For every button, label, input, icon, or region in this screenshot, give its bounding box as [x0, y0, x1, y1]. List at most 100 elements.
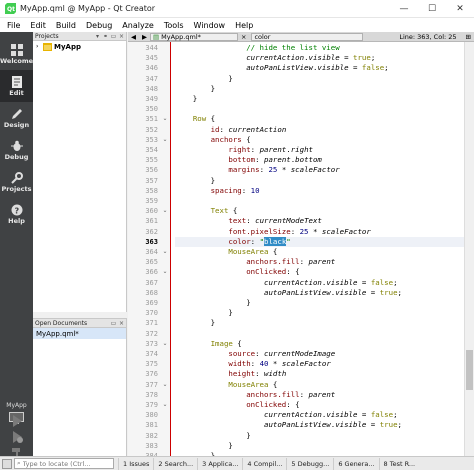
menu-analyze[interactable]: Analyze: [117, 21, 159, 30]
debug-run-icon[interactable]: [10, 430, 24, 444]
code-line[interactable]: width: 40 * scaleFactor: [175, 359, 464, 369]
code-line[interactable]: }: [175, 94, 464, 104]
code-line[interactable]: id: currentAction: [175, 125, 464, 135]
mode-edit[interactable]: Edit: [0, 70, 33, 102]
output-pane-debugger[interactable]: 5 Debugg...: [286, 457, 333, 470]
line-number: 375: [145, 360, 158, 369]
code-line[interactable]: Text {: [175, 206, 464, 216]
filter-icon[interactable]: ▾: [94, 33, 101, 40]
code-line[interactable]: autoPanListView.visible = true;: [175, 288, 464, 298]
mode-welcome[interactable]: Welcome: [0, 38, 33, 70]
close-document-icon[interactable]: ×: [238, 32, 249, 42]
code-line[interactable]: onClicked: {: [175, 267, 464, 277]
mode-projects[interactable]: Projects: [0, 166, 33, 198]
code-line[interactable]: [175, 196, 464, 206]
fold-chevron-icon[interactable]: ⌄: [161, 206, 169, 216]
code-line[interactable]: bottom: parent.bottom: [175, 155, 464, 165]
line-number: 359: [145, 197, 158, 205]
menu-build[interactable]: Build: [51, 21, 81, 30]
line-number: 347: [145, 74, 158, 83]
menu-debug[interactable]: Debug: [81, 21, 117, 30]
mode-help[interactable]: ? Help: [0, 198, 33, 230]
code-line[interactable]: }: [175, 84, 464, 94]
menu-window[interactable]: Window: [189, 21, 231, 30]
line-number: 380: [145, 411, 158, 420]
code-line[interactable]: color: "black": [175, 236, 464, 247]
open-document-item[interactable]: MyApp.qml*: [33, 328, 126, 339]
menu-help[interactable]: Help: [230, 21, 258, 30]
projects-pane-title[interactable]: Projects: [35, 33, 94, 40]
code-line[interactable]: }: [175, 298, 464, 308]
output-pane-issues[interactable]: 1 Issues: [118, 457, 153, 470]
code-line[interactable]: margins: 25 * scaleFactor: [175, 165, 464, 175]
code-line[interactable]: anchors.fill: parent: [175, 390, 464, 400]
code-line[interactable]: }: [175, 318, 464, 328]
code-line[interactable]: right: parent.right: [175, 145, 464, 155]
code-line[interactable]: spacing: 10: [175, 186, 464, 196]
open-documents-title[interactable]: Open Documents: [35, 320, 110, 327]
code-line[interactable]: [175, 329, 464, 339]
menu-edit[interactable]: Edit: [25, 21, 51, 30]
fold-chevron-icon[interactable]: ⌄: [161, 247, 169, 257]
code-line[interactable]: }: [175, 176, 464, 186]
code-line[interactable]: }: [175, 431, 464, 441]
code-line[interactable]: }: [175, 74, 464, 84]
output-pane-application[interactable]: 3 Applica...: [197, 457, 242, 470]
fold-chevron-icon[interactable]: ⌄: [161, 339, 169, 349]
menu-file[interactable]: File: [2, 21, 25, 30]
code-line[interactable]: font.pixelSize: 25 * scaleFactor: [175, 227, 464, 237]
minimize-button[interactable]: —: [390, 0, 418, 18]
output-pane-test-results[interactable]: 8 Test R...: [378, 457, 420, 470]
code-line[interactable]: MouseArea {: [175, 247, 464, 257]
code-line[interactable]: height: width: [175, 369, 464, 379]
fold-chevron-icon[interactable]: ⌄: [161, 267, 169, 277]
code-line[interactable]: autoPanListView.visible = false;: [175, 63, 464, 73]
fold-chevron-icon[interactable]: ⌄: [161, 400, 169, 410]
toggle-sidebar-icon[interactable]: [2, 458, 12, 469]
nav-back-icon[interactable]: ◀: [128, 32, 139, 42]
split-icon[interactable]: ▭: [110, 320, 117, 327]
mode-debug[interactable]: Debug: [0, 134, 33, 166]
chevron-right-icon[interactable]: ›: [36, 43, 43, 50]
run-icon[interactable]: [10, 414, 24, 428]
code-line[interactable]: text: currentModeText: [175, 216, 464, 226]
output-pane-general[interactable]: 6 Genera...: [333, 457, 378, 470]
code-line[interactable]: anchors {: [175, 135, 464, 145]
tree-item-project[interactable]: › MyApp: [33, 41, 126, 52]
scrollbar-thumb[interactable]: [466, 350, 473, 390]
code-line[interactable]: autoPanListView.visible = true;: [175, 420, 464, 430]
link-icon[interactable]: ⚭: [102, 33, 109, 40]
fold-chevron-icon[interactable]: ⌄: [161, 114, 169, 124]
locator-input[interactable]: ⌕ Type to locate (Ctrl...: [14, 458, 114, 469]
symbol-combo[interactable]: color: [251, 32, 364, 41]
split-editor-icon[interactable]: ⊞: [463, 32, 474, 42]
menu-tools[interactable]: Tools: [159, 21, 189, 30]
code-line[interactable]: source: currentModeImage: [175, 349, 464, 359]
output-pane-compile[interactable]: 4 Compil...: [242, 457, 286, 470]
code-line[interactable]: }: [175, 441, 464, 451]
split-icon[interactable]: ▭: [110, 33, 117, 40]
nav-forward-icon[interactable]: ▶: [139, 32, 150, 42]
code-line[interactable]: onClicked: {: [175, 400, 464, 410]
code-line[interactable]: currentAction.visible = false;: [175, 410, 464, 420]
code-line[interactable]: [175, 104, 464, 114]
mode-design[interactable]: Design: [0, 102, 33, 134]
code-line[interactable]: currentAction.visible = true;: [175, 53, 464, 63]
maximize-button[interactable]: ☐: [418, 0, 446, 18]
fold-chevron-icon[interactable]: ⌄: [161, 135, 169, 145]
editor-vertical-scrollbar[interactable]: [464, 42, 474, 456]
close-pane-icon[interactable]: ×: [118, 320, 125, 327]
code-line[interactable]: currentAction.visible = false;: [175, 278, 464, 288]
fold-chevron-icon[interactable]: ⌄: [161, 380, 169, 390]
open-file-combo[interactable]: ▤ MyApp.qml*: [150, 32, 238, 41]
code-line[interactable]: // hide the list view: [175, 43, 464, 53]
close-button[interactable]: ✕: [446, 0, 474, 18]
close-pane-icon[interactable]: ×: [118, 33, 125, 40]
code-line[interactable]: MouseArea {: [175, 380, 464, 390]
code-line[interactable]: Image {: [175, 339, 464, 349]
code-line[interactable]: }: [175, 308, 464, 318]
code-line[interactable]: Row {: [175, 114, 464, 124]
output-pane-search[interactable]: 2 Search...: [153, 457, 197, 470]
line-number: 367: [145, 278, 158, 287]
code-line[interactable]: anchors.fill: parent: [175, 257, 464, 267]
